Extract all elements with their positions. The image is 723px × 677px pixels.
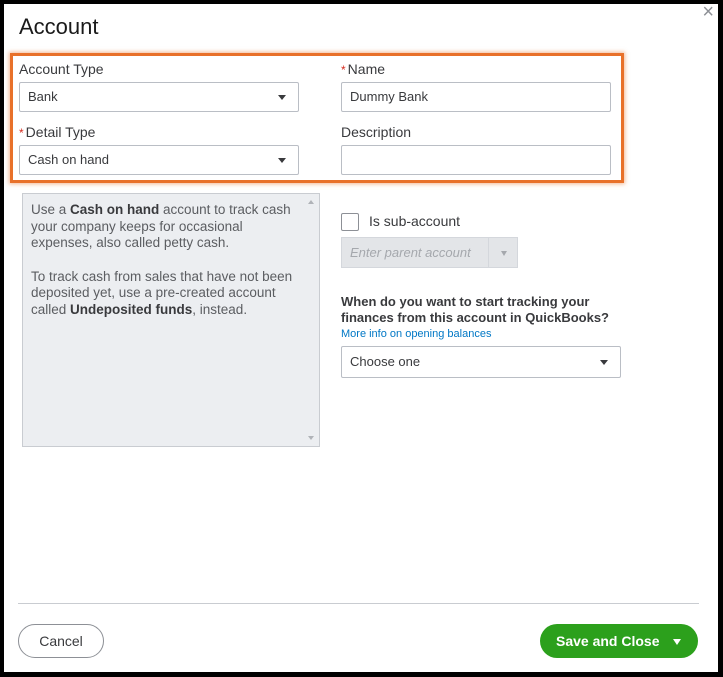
help-text: , instead. xyxy=(192,301,248,317)
required-marker: * xyxy=(341,63,346,77)
help-text: Use a xyxy=(31,202,71,217)
opening-balance-question: When do you want to start tracking your … xyxy=(341,294,609,325)
parent-account-placeholder: Enter parent account xyxy=(350,245,471,260)
opening-balance-value: Choose one xyxy=(350,354,421,369)
sub-account-label[interactable]: Is sub-account xyxy=(369,213,460,229)
opening-balance-info-link[interactable]: More info on opening balances xyxy=(341,328,491,340)
sub-account-checkbox[interactable] xyxy=(341,213,359,231)
divider xyxy=(488,238,489,267)
chevron-down-icon xyxy=(600,360,608,365)
account-dialog: Account × Account Type Bank * Name Dummy … xyxy=(4,2,718,672)
detail-type-select[interactable]: Cash on hand xyxy=(19,145,299,175)
dialog-title: Account xyxy=(19,14,99,39)
scroll-down-icon[interactable] xyxy=(308,436,314,440)
detail-type-label: * Detail Type xyxy=(19,124,95,140)
opening-balance-select[interactable]: Choose one xyxy=(341,346,621,378)
parent-account-select: Enter parent account xyxy=(341,237,518,268)
scroll-up-icon[interactable] xyxy=(308,200,314,204)
chevron-down-icon xyxy=(501,251,507,256)
account-type-value: Bank xyxy=(28,89,58,104)
chevron-down-icon xyxy=(278,158,286,163)
chevron-down-icon xyxy=(278,95,286,100)
save-and-close-button[interactable]: Save and Close xyxy=(540,624,698,658)
detail-type-help-text: Use a Cash on hand account to track cash… xyxy=(22,193,320,447)
detail-type-label-text: Detail Type xyxy=(25,124,96,140)
name-input[interactable]: Dummy Bank xyxy=(341,82,611,112)
close-icon[interactable]: × xyxy=(702,2,714,22)
description-label-text: Description xyxy=(341,124,412,140)
scrollbar[interactable] xyxy=(302,194,319,446)
account-type-label-text: Account Type xyxy=(19,61,104,77)
name-value: Dummy Bank xyxy=(350,89,429,104)
name-label-text: Name xyxy=(347,61,386,77)
name-label: * Name xyxy=(341,61,385,77)
required-marker: * xyxy=(19,126,24,140)
footer-divider xyxy=(18,603,699,604)
description-input[interactable] xyxy=(341,145,611,175)
help-paragraph: To track cash from sales that have not b… xyxy=(31,269,297,319)
save-and-close-label: Save and Close xyxy=(556,633,660,649)
save-options-dropdown-icon[interactable] xyxy=(664,624,692,658)
help-bold: Undeposited funds xyxy=(70,301,193,317)
description-label: Description xyxy=(341,124,411,140)
detail-type-value: Cash on hand xyxy=(28,152,109,167)
help-bold: Cash on hand xyxy=(70,202,160,217)
account-type-label: Account Type xyxy=(19,61,104,77)
help-paragraph: Use a Cash on hand account to track cash… xyxy=(31,202,297,252)
cancel-button[interactable]: Cancel xyxy=(18,624,104,658)
account-type-select[interactable]: Bank xyxy=(19,82,299,112)
